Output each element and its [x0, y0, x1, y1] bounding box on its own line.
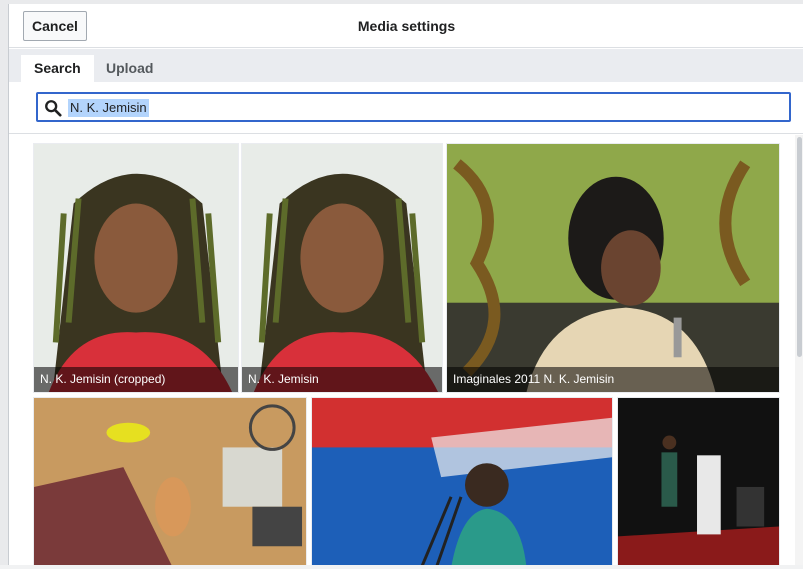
scrollbar[interactable] [795, 135, 803, 569]
result-tile[interactable]: N. K. Jemisin (cropped) [33, 143, 239, 393]
media-settings-dialog: Cancel Media settings Search Upload N. K… [8, 4, 803, 569]
bottom-strip [0, 565, 803, 569]
portrait-thumbnail [34, 144, 238, 392]
result-caption: N. K. Jemisin (cropped) [34, 367, 238, 392]
result-tile[interactable] [617, 397, 780, 569]
result-tile[interactable]: Imaginales 2011 N. K. Jemisin [446, 143, 780, 393]
page: Cancel Media settings Search Upload N. K… [0, 0, 803, 569]
search-results-grid: N. K. Jemisin (cropped) N. K. Jemisin Im… [9, 135, 803, 569]
search-area: N. K. Jemisin [9, 82, 803, 134]
result-tile[interactable] [33, 397, 307, 569]
tab-bar: Search Upload [9, 49, 803, 82]
search-box[interactable]: N. K. Jemisin [36, 92, 791, 122]
dialog-title: Media settings [357, 18, 456, 34]
search-input[interactable]: N. K. Jemisin [68, 99, 149, 117]
result-tile[interactable] [311, 397, 613, 569]
speaker-thumbnail [447, 144, 779, 392]
tab-search[interactable]: Search [21, 55, 94, 82]
cat-room-thumbnail [34, 398, 306, 568]
result-caption: N. K. Jemisin [242, 367, 442, 392]
speaker-thumbnail [312, 398, 612, 568]
search-icon [45, 100, 62, 117]
portrait-thumbnail [242, 144, 442, 392]
scrollbar-thumb[interactable] [797, 137, 802, 357]
dialog-header: Cancel Media settings [9, 4, 803, 48]
result-tile[interactable]: N. K. Jemisin [241, 143, 443, 393]
tab-upload[interactable]: Upload [93, 55, 166, 82]
stage-thumbnail [618, 398, 779, 568]
result-caption: Imaginales 2011 N. K. Jemisin [447, 367, 779, 392]
